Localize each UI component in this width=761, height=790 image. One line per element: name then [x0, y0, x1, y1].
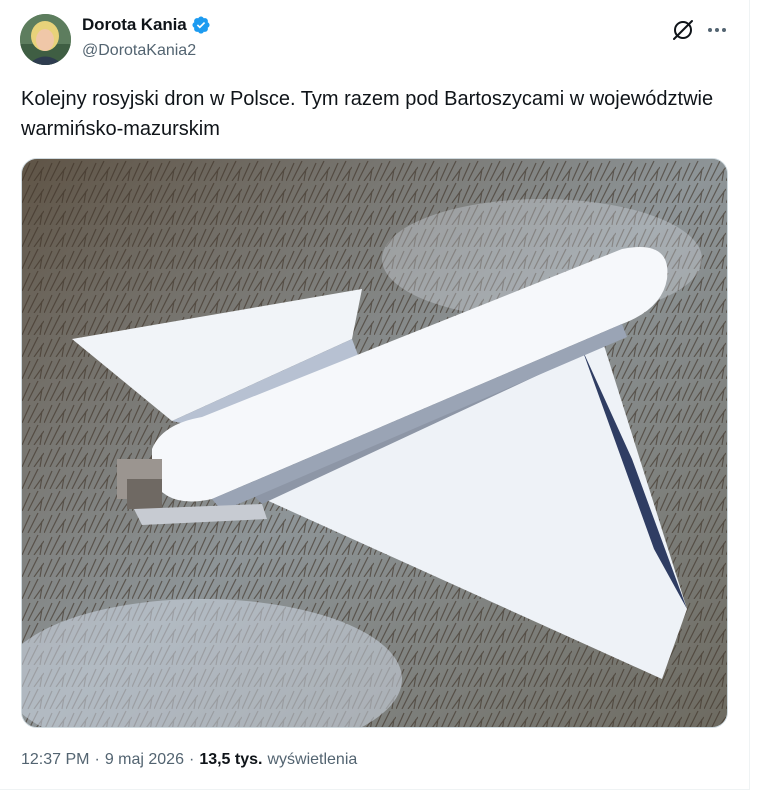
more-options-icon[interactable]	[704, 17, 730, 43]
tweet-meta: 12:37 PM · 9 maj 2026 · 13,5 tys. wyświe…	[21, 751, 357, 769]
meta-separator: ·	[94, 751, 100, 768]
avatar-image	[20, 14, 71, 65]
grok-icon[interactable]	[670, 17, 696, 43]
views-count: 13,5 tys.	[199, 751, 263, 768]
meta-separator: ·	[188, 751, 195, 768]
verified-badge-icon	[191, 15, 211, 35]
author-handle[interactable]: @DorotaKania2	[82, 42, 196, 60]
avatar[interactable]	[20, 14, 71, 65]
tweet-date[interactable]: 9 maj 2026	[105, 751, 184, 769]
author-display-name[interactable]: Dorota Kania	[82, 15, 187, 35]
views-label: wyświetlenia	[267, 751, 358, 768]
tweet-text: Kolejny rosyjski dron w Polsce. Tym raze…	[21, 88, 714, 140]
drone-wreck-photo	[22, 159, 727, 727]
tweet-media-image[interactable]	[21, 158, 728, 728]
tweet-time[interactable]: 12:37 PM	[21, 751, 89, 769]
column-border	[749, 0, 750, 790]
author-name-row[interactable]: Dorota Kania	[82, 15, 211, 35]
